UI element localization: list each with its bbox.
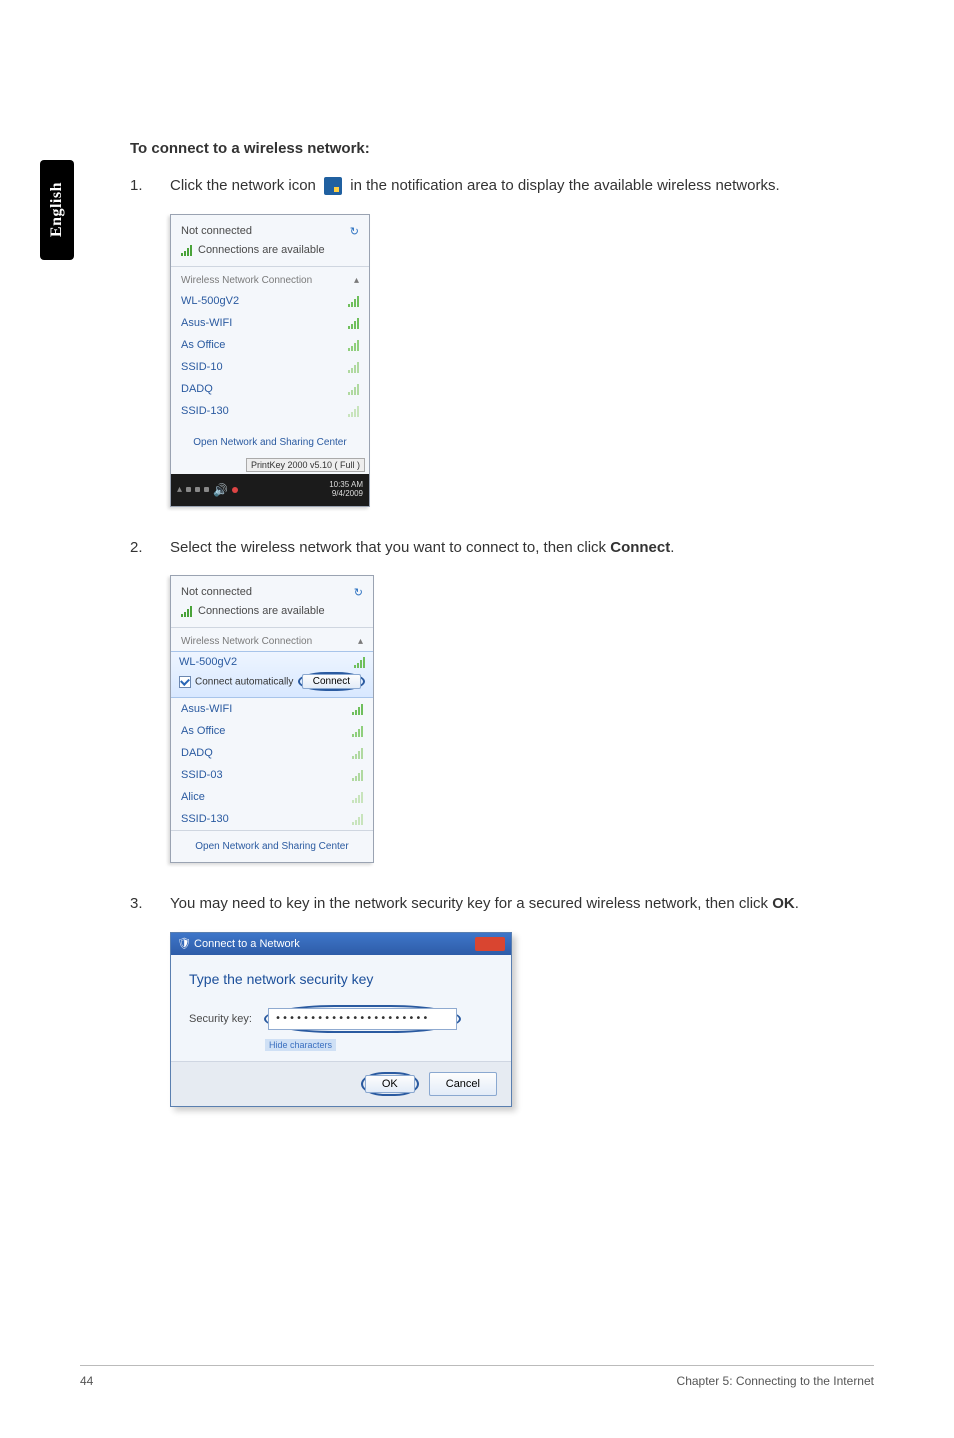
signal-icon [352, 769, 363, 781]
page-footer: 44 Chapter 5: Connecting to the Internet [80, 1365, 874, 1388]
signal-icon [348, 405, 359, 417]
step-2-text: Select the wireless network that you wan… [170, 537, 674, 560]
cancel-button[interactable]: Cancel [429, 1072, 497, 1096]
network-item[interactable]: DADQ [171, 742, 373, 764]
close-icon[interactable] [475, 937, 505, 951]
network-item[interactable]: As Office [171, 720, 373, 742]
signal-icon [181, 605, 192, 617]
tray-icon[interactable] [195, 487, 200, 492]
network-item[interactable]: SSID-130 [171, 808, 373, 831]
connections-available: Connections are available [171, 605, 373, 628]
step-1-text: Click the network icon in the notificati… [170, 175, 780, 198]
tray-tooltip: PrintKey 2000 v5.10 ( Full ) [246, 458, 365, 472]
step-3: 3. You may need to key in the network se… [130, 893, 874, 916]
network-popup-connect: Not connected ↻ Connections are availabl… [170, 575, 374, 863]
flag-icon[interactable] [232, 487, 238, 493]
network-popup: Not connected ↻ Connections are availabl… [170, 214, 370, 507]
dialog-prompt: Type the network security key [189, 971, 493, 987]
popup-header: Not connected ↻ [171, 576, 373, 605]
step-3-number: 3. [130, 893, 170, 916]
open-network-center-link[interactable]: Open Network and Sharing Center [171, 422, 369, 458]
network-item[interactable]: SSID-10 [171, 356, 369, 378]
step-3-text: You may need to key in the network secur… [170, 893, 799, 916]
signal-icon [352, 725, 363, 737]
step-1: 1. Click the network icon in the notific… [130, 175, 874, 198]
network-item[interactable]: WL-500gV2 [171, 290, 369, 312]
selected-network[interactable]: WL-500gV2 Connect automatically Connect [171, 651, 373, 698]
taskbar: ▴ 🔊 10:35 AM 9/4/2009 [171, 474, 369, 506]
wireless-section-label: Wireless Network Connection ▴ [171, 267, 369, 290]
signal-icon [354, 656, 365, 668]
connection-status: Not connected [181, 225, 252, 238]
language-tab: English [40, 160, 74, 260]
screenshot-network-list: Not connected ↻ Connections are availabl… [170, 214, 874, 507]
tray-expand-icon[interactable]: ▴ [177, 484, 182, 495]
network-item[interactable]: Alice [171, 786, 373, 808]
network-item[interactable]: SSID-130 [171, 400, 369, 422]
language-label: English [48, 182, 66, 237]
checkbox-icon[interactable] [179, 676, 191, 688]
signal-icon [348, 383, 359, 395]
network-tray-icon [324, 177, 342, 195]
selected-network-name: WL-500gV2 [179, 656, 237, 668]
network-item[interactable]: As Office [171, 334, 369, 356]
signal-icon [352, 703, 363, 715]
popup-header: Not connected ↻ [171, 215, 369, 244]
hide-characters-toggle[interactable]: Hide characters [265, 1039, 336, 1051]
highlight-oval: Connect [298, 672, 365, 691]
signal-icon [348, 339, 359, 351]
security-key-label: Security key: [189, 1013, 252, 1025]
step-1-number: 1. [130, 175, 170, 198]
tray-icons: ▴ 🔊 [177, 483, 238, 497]
volume-icon[interactable]: 🔊 [213, 483, 228, 497]
signal-icon [348, 317, 359, 329]
step-2: 2. Select the wireless network that you … [130, 537, 874, 560]
signal-icon [348, 295, 359, 307]
network-item[interactable]: DADQ [171, 378, 369, 400]
highlight-oval: •••••••••••••••••••••• [264, 1005, 461, 1033]
network-item[interactable]: Asus-WIFI [171, 312, 369, 334]
signal-icon [181, 244, 192, 256]
refresh-icon[interactable]: ↻ [350, 225, 359, 238]
collapse-icon[interactable]: ▴ [358, 636, 363, 647]
tray-icon[interactable] [186, 487, 191, 492]
tray-clock[interactable]: 10:35 AM 9/4/2009 [329, 481, 363, 499]
page-number: 44 [80, 1374, 93, 1388]
network-item[interactable]: Asus-WIFI [171, 698, 373, 720]
connection-status: Not connected [181, 586, 252, 599]
chapter-label: Chapter 5: Connecting to the Internet [677, 1374, 874, 1388]
security-key-input[interactable]: •••••••••••••••••••••• [268, 1008, 457, 1030]
highlight-oval: OK [361, 1072, 419, 1096]
collapse-icon[interactable]: ▴ [354, 275, 359, 286]
signal-icon [348, 361, 359, 373]
connect-button[interactable]: Connect [302, 674, 361, 689]
screenshot-security-key: 🛡 Connect to a Network Type the network … [170, 932, 874, 1107]
open-network-center-link[interactable]: Open Network and Sharing Center [171, 831, 373, 862]
dialog-button-bar: OK Cancel [171, 1061, 511, 1106]
tray-icon[interactable] [204, 487, 209, 492]
connect-automatically[interactable]: Connect automatically [179, 676, 293, 688]
dialog-title: 🛡 Connect to a Network [177, 937, 300, 950]
wireless-section-label: Wireless Network Connection ▴ [171, 628, 373, 651]
step-2-number: 2. [130, 537, 170, 560]
connections-available: Connections are available [171, 244, 369, 267]
security-key-dialog: 🛡 Connect to a Network Type the network … [170, 932, 512, 1107]
section-heading: To connect to a wireless network: [130, 140, 874, 157]
signal-icon [352, 791, 363, 803]
screenshot-network-connect: Not connected ↻ Connections are availabl… [170, 575, 874, 863]
signal-icon [352, 747, 363, 759]
dialog-titlebar: 🛡 Connect to a Network [171, 933, 511, 955]
security-key-row: Security key: •••••••••••••••••••••• [189, 1005, 493, 1033]
ok-button[interactable]: OK [365, 1075, 415, 1093]
refresh-icon[interactable]: ↻ [354, 586, 363, 599]
network-item[interactable]: SSID-03 [171, 764, 373, 786]
signal-icon [352, 813, 363, 825]
